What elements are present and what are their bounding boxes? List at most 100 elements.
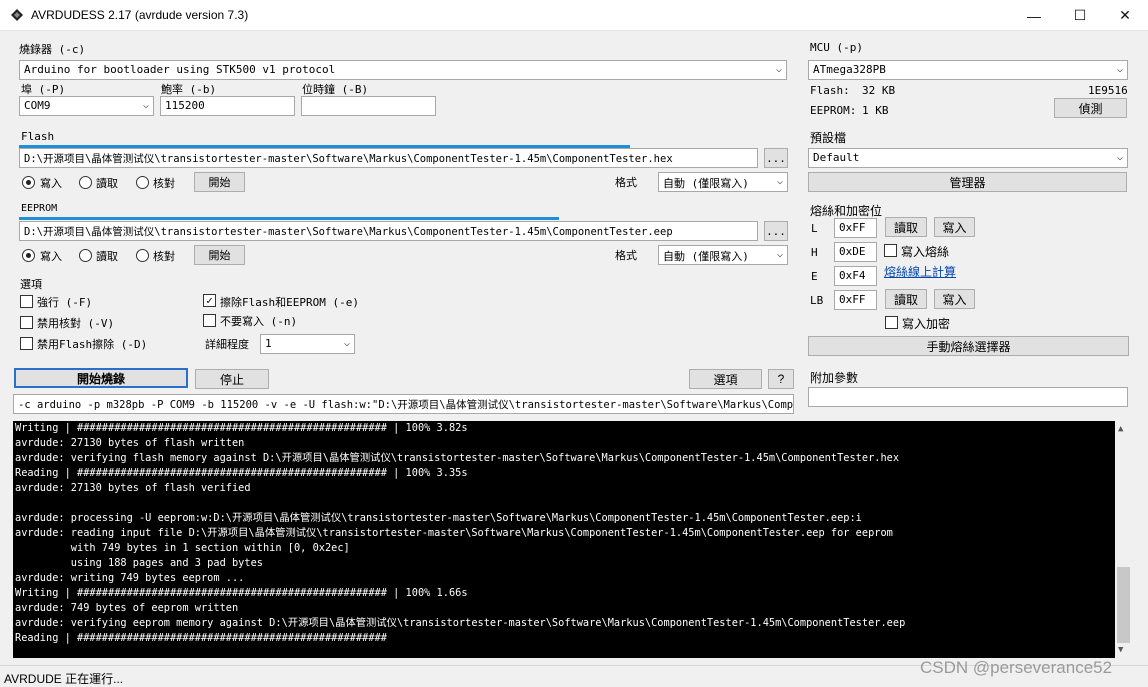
force-checkbox[interactable] [20, 295, 33, 308]
fuse-lb-input[interactable]: 0xFF [834, 290, 877, 310]
chevron-down-icon: ⌵ [776, 176, 783, 187]
stop-button[interactable]: 停止 [195, 369, 269, 389]
flash-file-input[interactable]: D:\开源项目\晶体管测试仪\transistortester-master\S… [19, 148, 758, 168]
fuse-selector-button[interactable]: 手動熔絲選擇器 [808, 336, 1129, 356]
watermark: CSDN @perseverance52 [920, 658, 1113, 677]
console-line: with 749 bytes in 1 section within [0, 0… [15, 542, 350, 554]
chevron-down-icon: ⌵ [775, 64, 782, 75]
help-button[interactable]: ? [768, 369, 794, 389]
scrollbar-thumb[interactable] [1117, 567, 1130, 643]
presets-manage-button[interactable]: 管理器 [808, 172, 1127, 192]
flash-format-select[interactable]: 自動 (僅限寫入) ⌵ [658, 172, 788, 192]
fuses-read-button[interactable]: 讀取 [885, 217, 927, 237]
flash-go-button[interactable]: 開始 [194, 172, 245, 192]
console-line: avrdude: 27130 bytes of flash written [15, 437, 245, 449]
baud-label: 鮑率 (-b) [161, 83, 217, 96]
extra-args-input[interactable] [808, 387, 1128, 407]
eeprom-file-input[interactable]: D:\开源项目\晶体管测试仪\transistortester-master\S… [19, 221, 758, 241]
mcu-flash-label: Flash: [810, 84, 850, 97]
fuse-l-input[interactable]: 0xFF [834, 218, 877, 238]
options-group-label: 選項 [20, 278, 42, 291]
fuse-h-label: H [811, 246, 818, 259]
verbosity-label: 詳細程度 [205, 338, 249, 351]
erase-checkbox[interactable]: ✓ [203, 294, 216, 307]
fuse-e-input[interactable]: 0xF4 [834, 266, 877, 286]
chevron-down-icon: ⌵ [343, 338, 350, 349]
window-title: AVRDUDESS 2.17 (avrdude version 7.3) [31, 8, 249, 22]
flash-browse-button[interactable]: ... [764, 148, 788, 168]
mcu-eeprom-label: EEPROM: [810, 104, 857, 117]
eeprom-read-radio[interactable] [79, 249, 92, 262]
no-write-checkbox[interactable] [203, 314, 216, 327]
disable-verify-checkbox[interactable] [20, 316, 33, 329]
lock-write-button[interactable]: 寫入 [934, 289, 975, 309]
fuse-lb-label: LB [810, 294, 824, 307]
write-lock-label: 寫入加密 [902, 317, 951, 331]
mcu-select[interactable]: ATmega328PB ⌵ [808, 60, 1128, 80]
verbosity-select[interactable]: 1 ⌵ [260, 334, 355, 354]
flash-verify-radio[interactable] [136, 176, 149, 189]
maximize-button[interactable]: ☐ [1057, 0, 1103, 31]
fuse-h-input[interactable]: 0xDE [834, 242, 877, 262]
baud-input[interactable]: 115200 [160, 96, 295, 116]
programmer-select[interactable]: Arduino for bootloader using STK500 v1 p… [19, 60, 787, 80]
mcu-eeprom-size: 1 KB [862, 104, 889, 117]
write-fuses-label: 寫入熔絲 [901, 245, 950, 259]
status-text: AVRDUDE 正在運行... [4, 672, 124, 686]
eeprom-read-label: 讀取 [96, 250, 118, 263]
eeprom-go-button[interactable]: 開始 [194, 245, 245, 265]
scroll-up-icon[interactable]: ▲ [1118, 424, 1123, 434]
eeprom-verify-label: 核對 [153, 250, 175, 263]
disable-verify-label: 禁用核對 (-V) [37, 317, 115, 330]
program-button[interactable]: 開始燒錄 [14, 368, 188, 388]
flash-write-label: 寫入 [40, 177, 62, 190]
eeprom-format-label: 格式 [615, 249, 637, 262]
port-select[interactable]: COM9 ⌵ [19, 96, 154, 116]
flash-format-value: 自動 (僅限寫入) [663, 177, 749, 190]
eeprom-verify-radio[interactable] [136, 249, 149, 262]
console-lines: Writing | ##############################… [13, 421, 1129, 646]
eeprom-format-value: 自動 (僅限寫入) [663, 250, 749, 263]
console-line: using 188 pages and 3 pad bytes [15, 557, 263, 569]
erase-label: 擦除Flash和EEPROM (-e) [220, 296, 359, 309]
verbosity-value: 1 [265, 337, 272, 350]
chevron-down-icon: ⌵ [1116, 152, 1123, 163]
minimize-button[interactable]: — [1011, 0, 1057, 31]
mcu-label: MCU (-p) [810, 41, 863, 54]
eeprom-format-select[interactable]: 自動 (僅限寫入) ⌵ [658, 245, 788, 265]
detect-button[interactable]: 偵測 [1054, 98, 1127, 118]
title-bar: AVRDUDESS 2.17 (avrdude version 7.3) — ☐… [0, 0, 1148, 31]
flash-read-radio[interactable] [79, 176, 92, 189]
lock-read-button[interactable]: 讀取 [885, 289, 927, 309]
port-label: 埠 (-P) [21, 83, 66, 96]
no-write-label: 不要寫入 (-n) [220, 315, 298, 328]
eeprom-browse-button[interactable]: ... [764, 221, 788, 241]
console-output: Writing | ##############################… [13, 421, 1129, 658]
status-bar: AVRDUDE 正在運行... CSDN @perseverance52 [0, 658, 1148, 687]
disable-flash-erase-checkbox[interactable] [20, 337, 33, 350]
console-scrollbar[interactable]: ▲ ▼ [1115, 421, 1132, 658]
scroll-down-icon[interactable]: ▼ [1118, 645, 1123, 655]
console-line: avrdude: verifying eeprom memory against… [15, 617, 906, 629]
eeprom-write-radio[interactable] [22, 249, 35, 262]
bitclock-input[interactable] [301, 96, 436, 116]
flash-verify-label: 核對 [153, 177, 175, 190]
close-button[interactable]: ✕ [1102, 0, 1148, 31]
mcu-value: ATmega328PB [813, 63, 886, 76]
fuses-write-button[interactable]: 寫入 [934, 217, 975, 237]
extra-args-label: 附加參數 [810, 371, 859, 385]
write-lock-checkbox[interactable] [885, 316, 898, 329]
fuse-calculator-link[interactable]: 熔絲線上計算 [884, 263, 956, 280]
write-fuses-checkbox[interactable] [884, 244, 897, 257]
command-line-input[interactable]: -c arduino -p m328pb -P COM9 -b 115200 -… [13, 394, 794, 414]
options-button[interactable]: 選項 [689, 369, 762, 389]
flash-read-label: 讀取 [96, 177, 118, 190]
presets-label: 預設檔 [810, 131, 847, 145]
flash-write-radio[interactable] [22, 176, 35, 189]
presets-select[interactable]: Default ⌵ [808, 148, 1128, 168]
disable-flash-erase-label: 禁用Flash擦除 (-D) [37, 338, 148, 351]
console-line: Reading | ##############################… [15, 467, 468, 479]
eeprom-label: EEPROM [21, 203, 58, 214]
console-line: avrdude: processing -U eeprom:w:D:\开源项目\… [15, 512, 862, 524]
